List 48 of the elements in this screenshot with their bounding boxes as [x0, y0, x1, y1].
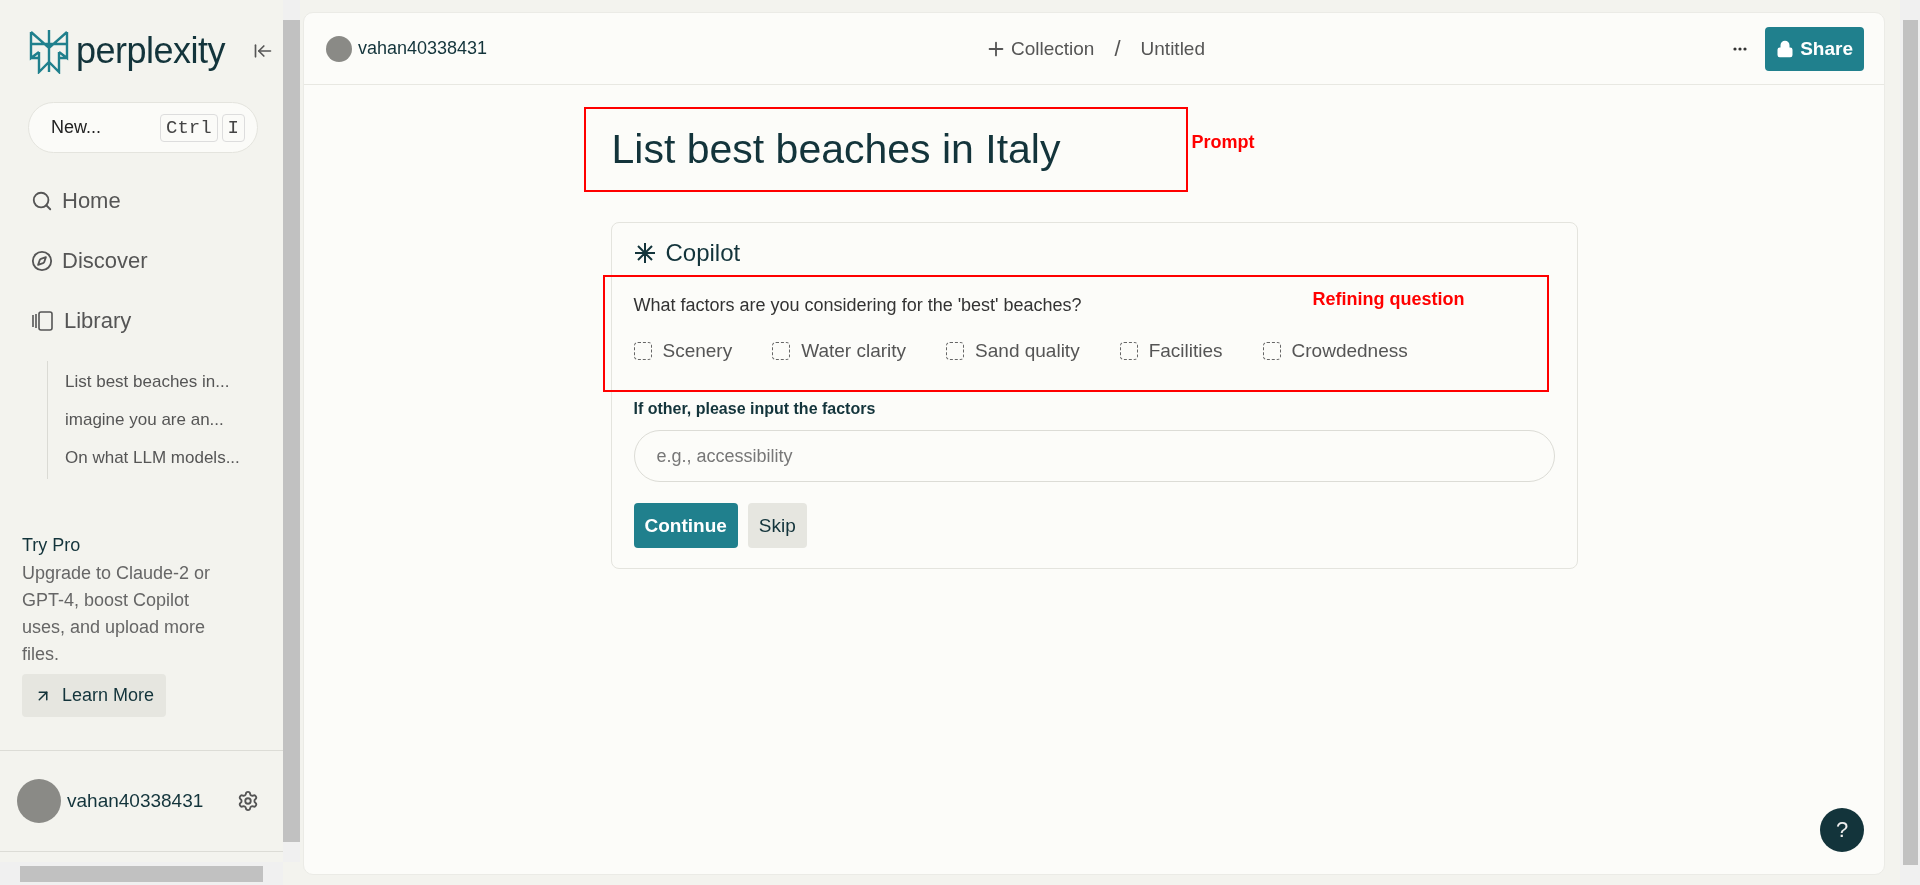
- option-checkbox[interactable]: Scenery: [633, 340, 733, 362]
- logo-icon: [28, 28, 70, 74]
- username: vahan40338431: [358, 38, 488, 59]
- more-options-button[interactable]: [1733, 46, 1748, 51]
- field-label: If other, please input the factors: [633, 400, 877, 418]
- library-icon: [31, 309, 55, 333]
- avatar: [17, 779, 61, 823]
- more-icon: [1733, 46, 1748, 51]
- share-button[interactable]: Share: [1765, 26, 1864, 71]
- keyboard-key: I: [221, 113, 245, 142]
- option-checkbox[interactable]: Sand quality: [946, 340, 1080, 362]
- continue-button[interactable]: Continue: [633, 503, 738, 548]
- input-field[interactable]: e.g., accessibility: [633, 430, 1555, 482]
- learn-more-button[interactable]: Learn More: [22, 674, 167, 717]
- refining-question: What factors are you considering for the 'best' beaches?: [633, 295, 1082, 316]
- library-thread-link[interactable]: On what LLM models...: [65, 439, 283, 477]
- option-checkbox[interactable]: Facilities: [1119, 340, 1223, 362]
- query-title: List best beaches in Italy: [611, 126, 1061, 173]
- option-checkbox[interactable]: Crowdedness: [1262, 340, 1408, 362]
- library-thread-link[interactable]: imagine you are an...: [65, 401, 283, 439]
- settings-button[interactable]: [237, 790, 259, 812]
- help-button[interactable]: ?: [1820, 808, 1864, 852]
- nav-item[interactable]: Discover: [31, 231, 283, 291]
- promo-text: Upgrade to Claude-2 or GPT-4, boost Copilot uses, and upload more files.: [22, 562, 212, 666]
- skip-button[interactable]: Skip: [747, 503, 807, 548]
- avatar: [326, 35, 352, 62]
- promo-title: Try Pro: [22, 535, 82, 556]
- new-thread-button[interactable]: New... Ctrl I: [28, 102, 258, 153]
- copilot-title: Copilot: [665, 239, 741, 267]
- sparkle-icon: [633, 242, 656, 264]
- compass-icon: [31, 250, 53, 272]
- add-to-collection-button[interactable]: Collection: [985, 37, 1095, 60]
- brand-name: perplexity: [76, 30, 226, 72]
- option-checkbox[interactable]: Water clarity: [772, 340, 907, 362]
- search-icon: [31, 190, 53, 212]
- settings-icon: [237, 790, 259, 812]
- collapse-sidebar-button[interactable]: [253, 41, 274, 61]
- nav-item[interactable]: Library: [31, 291, 283, 351]
- annotation-label: Refining question: [1312, 289, 1465, 311]
- nav-item[interactable]: Home: [31, 171, 283, 231]
- breadcrumb-separator: /: [1114, 35, 1121, 62]
- library-thread-link[interactable]: List best beaches in...: [65, 363, 283, 401]
- collapse-icon: [253, 41, 274, 61]
- annotation-label: Prompt: [1191, 132, 1255, 153]
- lock-icon: [1776, 39, 1795, 58]
- thread-title: Untitled: [1140, 37, 1205, 60]
- username: vahan40338431: [67, 790, 205, 812]
- keyboard-key: Ctrl: [160, 113, 218, 142]
